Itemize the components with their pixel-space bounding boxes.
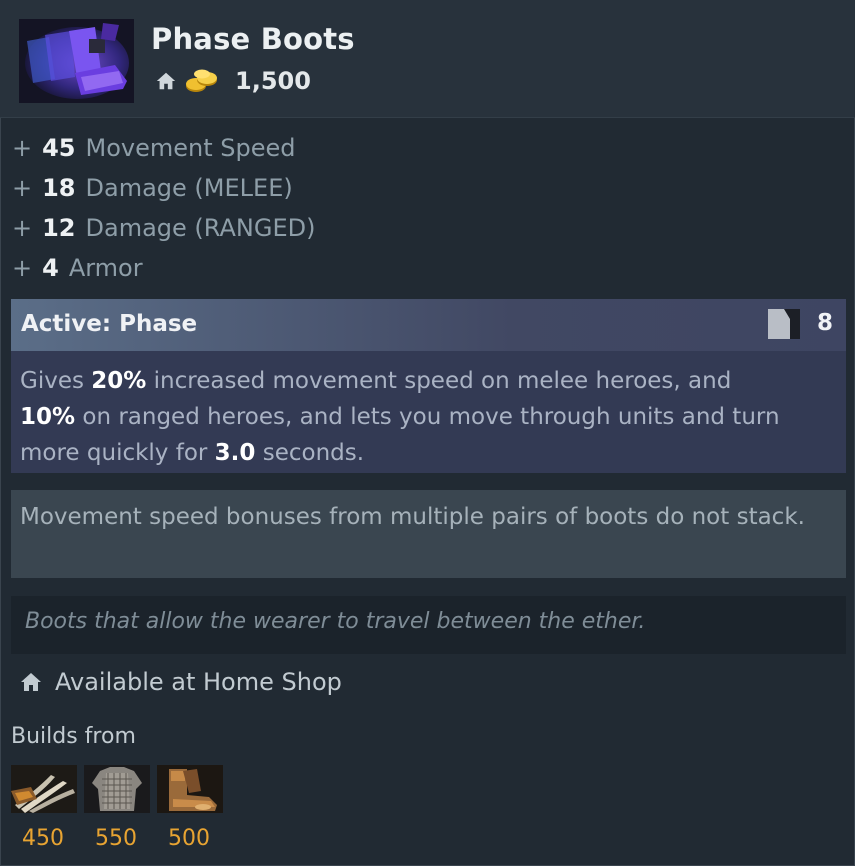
attribute-sign: + — [12, 134, 33, 162]
item-lore-text: Boots that allow the wearer to travel be… — [25, 609, 646, 634]
attribute-label: Armor — [68, 254, 143, 282]
active-desc-text: on ranged heroes, and lets you move thro… — [20, 404, 780, 466]
attribute-label: Damage (RANGED) — [85, 214, 316, 242]
attribute-label: Damage (MELEE) — [85, 174, 293, 202]
attribute-sign: + — [12, 214, 33, 242]
home-shop-icon — [21, 673, 41, 691]
home-shop-icon — [156, 72, 176, 90]
attribute-sign: + — [12, 174, 33, 202]
item-cost: 1,500 — [235, 67, 311, 95]
attribute-value: 45 — [42, 134, 76, 162]
active-ability-description: Gives 20% increased movement speed on me… — [11, 351, 846, 473]
gold-coins-icon — [186, 69, 217, 92]
cooldown-value: 8 — [817, 310, 834, 336]
shop-availability-text: Available at Home Shop — [55, 668, 342, 696]
phase-boots-icon — [19, 19, 134, 103]
attribute-value: 12 — [42, 214, 76, 242]
attribute-label: Movement Speed — [85, 134, 296, 162]
component-cost: 550 — [95, 826, 137, 851]
cooldown-icon — [768, 309, 800, 339]
attribute-value: 4 — [42, 254, 59, 282]
item-note-text: Movement speed bonuses from multiple pai… — [20, 504, 805, 530]
item-name: Phase Boots — [151, 22, 355, 56]
boots-of-speed-icon[interactable] — [157, 765, 223, 813]
shop-availability: Available at Home Shop — [19, 664, 342, 700]
active-ability-header: Active: Phase 8 — [11, 299, 846, 351]
phase-duration: 3.0 — [214, 440, 256, 466]
item-cost-row: 1,500 — [155, 66, 311, 96]
ranged-speed-bonus: 10% — [20, 404, 76, 430]
item-note: Movement speed bonuses from multiple pai… — [11, 490, 846, 578]
active-ability-title: Active: Phase — [21, 311, 198, 337]
attribute-row: + 18 Damage (MELEE) — [12, 168, 315, 208]
attribute-value: 18 — [42, 174, 76, 202]
component-cost: 500 — [168, 826, 210, 851]
chainmail-icon[interactable] — [84, 765, 150, 813]
builds-from-label: Builds from — [11, 724, 136, 749]
active-desc-text: seconds. — [255, 440, 365, 466]
attribute-sign: + — [12, 254, 33, 282]
active-desc-text: increased movement speed on melee heroes… — [146, 368, 732, 394]
attribute-list: + 45 Movement Speed + 18 Damage (MELEE) … — [12, 128, 315, 288]
attribute-row: + 45 Movement Speed — [12, 128, 315, 168]
item-header: Phase Boots 1,500 — [0, 0, 855, 118]
melee-speed-bonus: 20% — [91, 368, 147, 394]
component-cost: 450 — [22, 826, 64, 851]
active-desc-text: Gives — [20, 368, 92, 394]
item-lore: Boots that allow the wearer to travel be… — [11, 596, 846, 654]
attribute-row: + 4 Armor — [12, 248, 315, 288]
attribute-row: + 12 Damage (RANGED) — [12, 208, 315, 248]
blades-of-attack-icon[interactable] — [11, 765, 77, 813]
